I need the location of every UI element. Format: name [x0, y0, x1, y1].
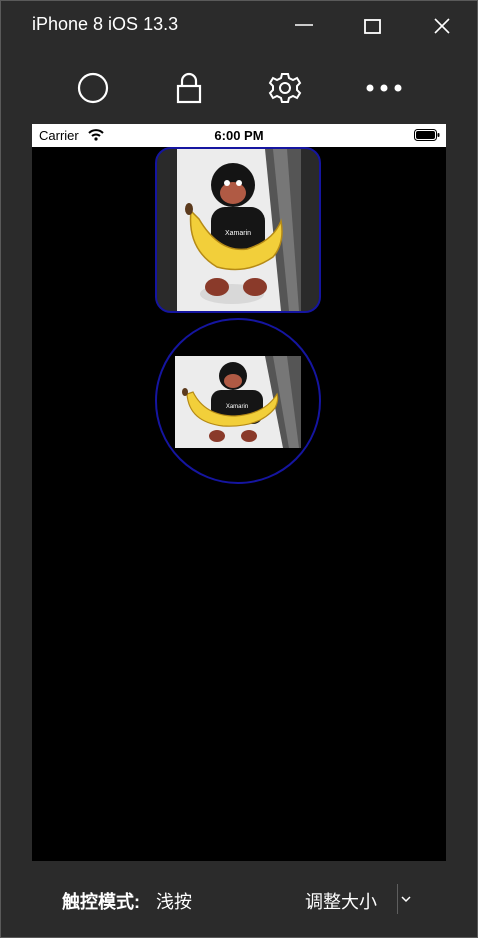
battery-icon	[414, 129, 440, 141]
bottom-bar: 触控模式: 浅按 调整大小	[0, 874, 478, 924]
circular-image-view: Xamarin	[155, 318, 321, 484]
settings-button[interactable]	[263, 68, 307, 108]
close-icon	[434, 18, 450, 34]
resize-dropdown[interactable]	[398, 888, 414, 910]
home-button[interactable]	[71, 68, 115, 108]
more-icon	[366, 84, 402, 92]
minimize-button[interactable]	[287, 10, 321, 42]
status-time: 6:00 PM	[214, 128, 264, 143]
minimize-icon	[295, 24, 313, 26]
home-circle-icon	[77, 72, 109, 104]
chevron-down-icon	[401, 896, 411, 903]
status-bar: Carrier 6:00 PM	[32, 124, 446, 147]
maximize-icon	[364, 19, 381, 34]
window-title: iPhone 8 iOS 13.3	[32, 14, 179, 34]
device-screen[interactable]: Carrier 6:00 PM Xamarin Xamarin	[32, 124, 446, 861]
lock-button[interactable]	[167, 68, 211, 108]
monkey-banana-image: Xamarin	[177, 149, 301, 311]
simulator-toolbar	[0, 62, 478, 112]
monkey-banana-image: Xamarin	[175, 356, 301, 448]
gear-icon	[268, 73, 302, 103]
lock-icon	[176, 72, 202, 104]
svg-text:Xamarin: Xamarin	[225, 230, 251, 237]
svg-text:Xamarin: Xamarin	[226, 404, 248, 410]
touch-mode-value[interactable]: 浅按	[156, 888, 192, 914]
maximize-button[interactable]	[356, 10, 390, 42]
title-bar: iPhone 8 iOS 13.3	[0, 0, 478, 52]
close-button[interactable]	[425, 10, 459, 42]
rounded-image-view: Xamarin	[155, 147, 321, 313]
more-button[interactable]	[362, 68, 406, 108]
touch-mode-label: 触控模式:	[62, 892, 140, 912]
resize-button[interactable]: 调整大小	[305, 888, 377, 914]
